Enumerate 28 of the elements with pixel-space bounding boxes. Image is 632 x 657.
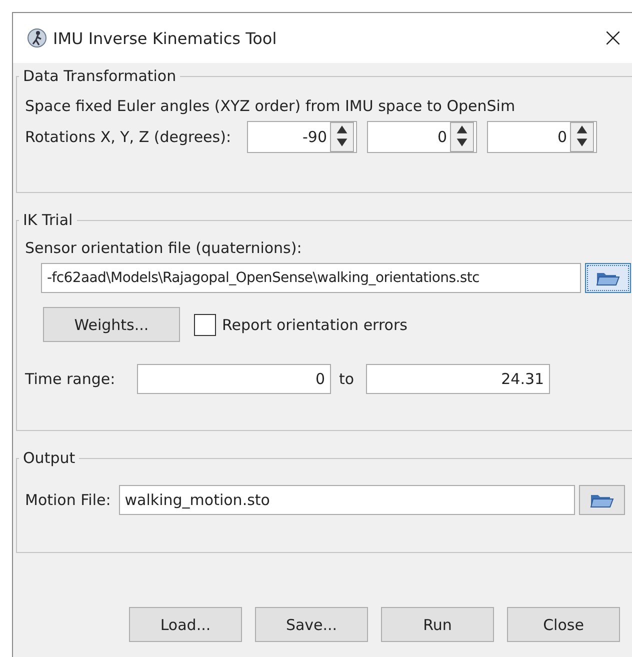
field-label: Sensor orientation file (quaternions): [25,239,303,257]
group-title: Output [22,449,76,467]
dialog-button[interactable]: Close [507,607,620,642]
checkbox[interactable] [194,314,216,336]
time-start-field[interactable]: 0 [137,364,331,394]
description-text: Space fixed Euler angles (XYZ order) from IMU space to OpenSim [25,97,516,115]
group-title: Data Transformation [22,67,178,85]
field-label: Rotations X, Y, Z (degrees): [25,128,232,146]
group-title: IK Trial [22,211,74,229]
field-label: Motion File: [25,491,111,509]
time-end-field[interactable]: 24.31 [366,364,550,394]
browse-button[interactable] [585,263,631,293]
dialog-button[interactable]: Run [381,607,494,642]
spinner-field[interactable]: 0 [487,121,598,153]
dialog-button[interactable]: Save... [255,607,368,642]
file-path-field[interactable]: -fc62aad\Models\Rajagopal_OpenSense\walking_orientations.stc [41,263,581,293]
dialog-button[interactable]: Load... [129,607,242,642]
field-label: to [339,370,354,388]
window-title: IMU Inverse Kinematics Tool [53,28,278,48]
figure-icon [27,28,47,48]
weights-button[interactable]: Weights... [43,307,180,342]
checkbox-label[interactable]: Report orientation errors [222,316,408,334]
spinner-field[interactable]: 0 [367,121,478,153]
field-label: Time range: [25,370,116,388]
browse-button[interactable] [578,485,625,515]
close-icon[interactable] [604,29,622,47]
spinner-field[interactable]: -90 [247,121,358,153]
file-path-field[interactable]: walking_motion.sto [118,485,575,515]
